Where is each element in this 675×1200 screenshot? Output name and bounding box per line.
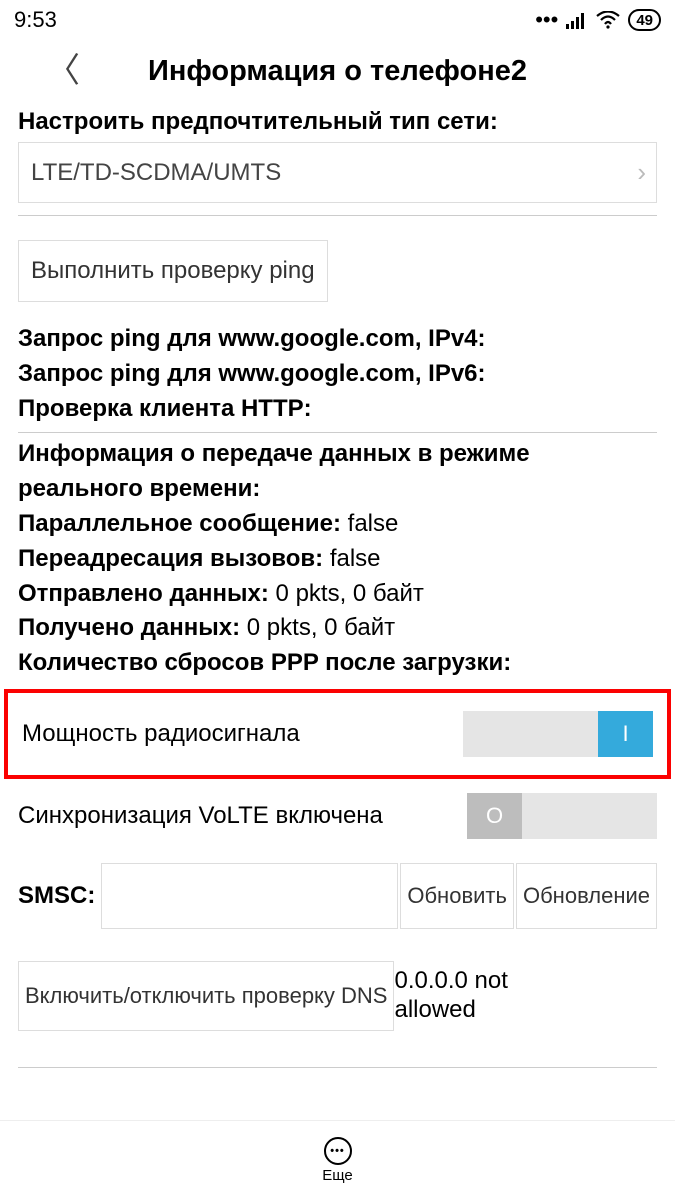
volte-label: Синхронизация VoLTE включена — [18, 802, 383, 830]
footer-bar: ••• Еще — [0, 1120, 675, 1200]
status-time: 9:53 — [14, 7, 57, 33]
ping-ipv6-label: Запрос ping для www.google.com, IPv6: — [18, 360, 486, 387]
network-section: Настроить предпочтительный тип сети: LTE… — [0, 102, 675, 215]
radio-power-row-highlight: Мощность радиосигнала I — [4, 689, 671, 779]
forwarding-label: Переадресация вызовов: — [18, 545, 323, 572]
status-bar: 9:53 ••• 49 — [0, 0, 675, 40]
realtime-info: Информация о передаче данных в режиме ре… — [0, 433, 675, 683]
page-header: 〈 Информация о телефоне2 — [0, 40, 675, 102]
ping-ipv4-label: Запрос ping для www.google.com, IPv4: — [18, 325, 486, 352]
status-right: ••• 49 — [535, 7, 661, 33]
toggle-on-knob: I — [598, 711, 653, 757]
ping-button-container: Выполнить проверку ping — [18, 240, 657, 302]
ping-info: Запрос ping для www.google.com, IPv4: За… — [0, 320, 675, 428]
dns-row: Включить/отключить проверку DNS 0.0.0.0 … — [0, 945, 675, 1047]
forwarding-value: false — [330, 545, 381, 572]
smsc-update-button[interactable]: Обновить — [400, 863, 514, 929]
volte-toggle[interactable]: O — [467, 793, 657, 839]
parallel-label: Параллельное сообщение: — [18, 510, 341, 537]
more-label: Еще — [322, 1167, 353, 1184]
battery-badge: 49 — [628, 9, 661, 31]
recv-value: 0 pkts, 0 байт — [247, 614, 395, 641]
smsc-input[interactable] — [101, 863, 398, 929]
ppp-label: Количество сбросов PPP после загрузки: — [18, 649, 511, 676]
recv-label: Получено данных: — [18, 614, 240, 641]
signal-icon — [566, 11, 588, 29]
sent-value: 0 pkts, 0 байт — [276, 580, 424, 607]
divider — [18, 1067, 657, 1068]
wifi-icon — [596, 11, 620, 29]
smsc-row: SMSC: Обновить Обновление — [0, 847, 675, 945]
network-type-dropdown[interactable]: LTE/TD-SCDMA/UMTS › — [18, 142, 657, 203]
radio-power-label: Мощность радиосигнала — [22, 720, 300, 748]
dots-icon: ••• — [535, 7, 558, 33]
more-icon[interactable]: ••• — [324, 1137, 352, 1165]
dns-toggle-button[interactable]: Включить/отключить проверку DNS — [18, 961, 394, 1031]
parallel-value: false — [348, 510, 399, 537]
ping-button[interactable]: Выполнить проверку ping — [18, 240, 328, 302]
realtime-header: Информация о передаче данных в режиме ре… — [18, 440, 530, 502]
dns-value: 0.0.0.0 not allowed — [394, 967, 544, 1025]
toggle-off-knob: O — [467, 793, 522, 839]
chevron-right-icon: › — [637, 157, 646, 188]
http-check-label: Проверка клиента HTTP: — [18, 395, 312, 422]
page-title: Информация о телефоне2 — [0, 55, 675, 88]
network-type-value: LTE/TD-SCDMA/UMTS — [31, 159, 281, 187]
network-section-label: Настроить предпочтительный тип сети: — [18, 108, 657, 136]
sent-label: Отправлено данных: — [18, 580, 269, 607]
smsc-refresh-button[interactable]: Обновление — [516, 863, 657, 929]
radio-power-toggle[interactable]: I — [463, 711, 653, 757]
smsc-label: SMSC: — [18, 882, 95, 910]
divider — [18, 215, 657, 216]
volte-row: Синхронизация VoLTE включена O — [0, 785, 675, 847]
